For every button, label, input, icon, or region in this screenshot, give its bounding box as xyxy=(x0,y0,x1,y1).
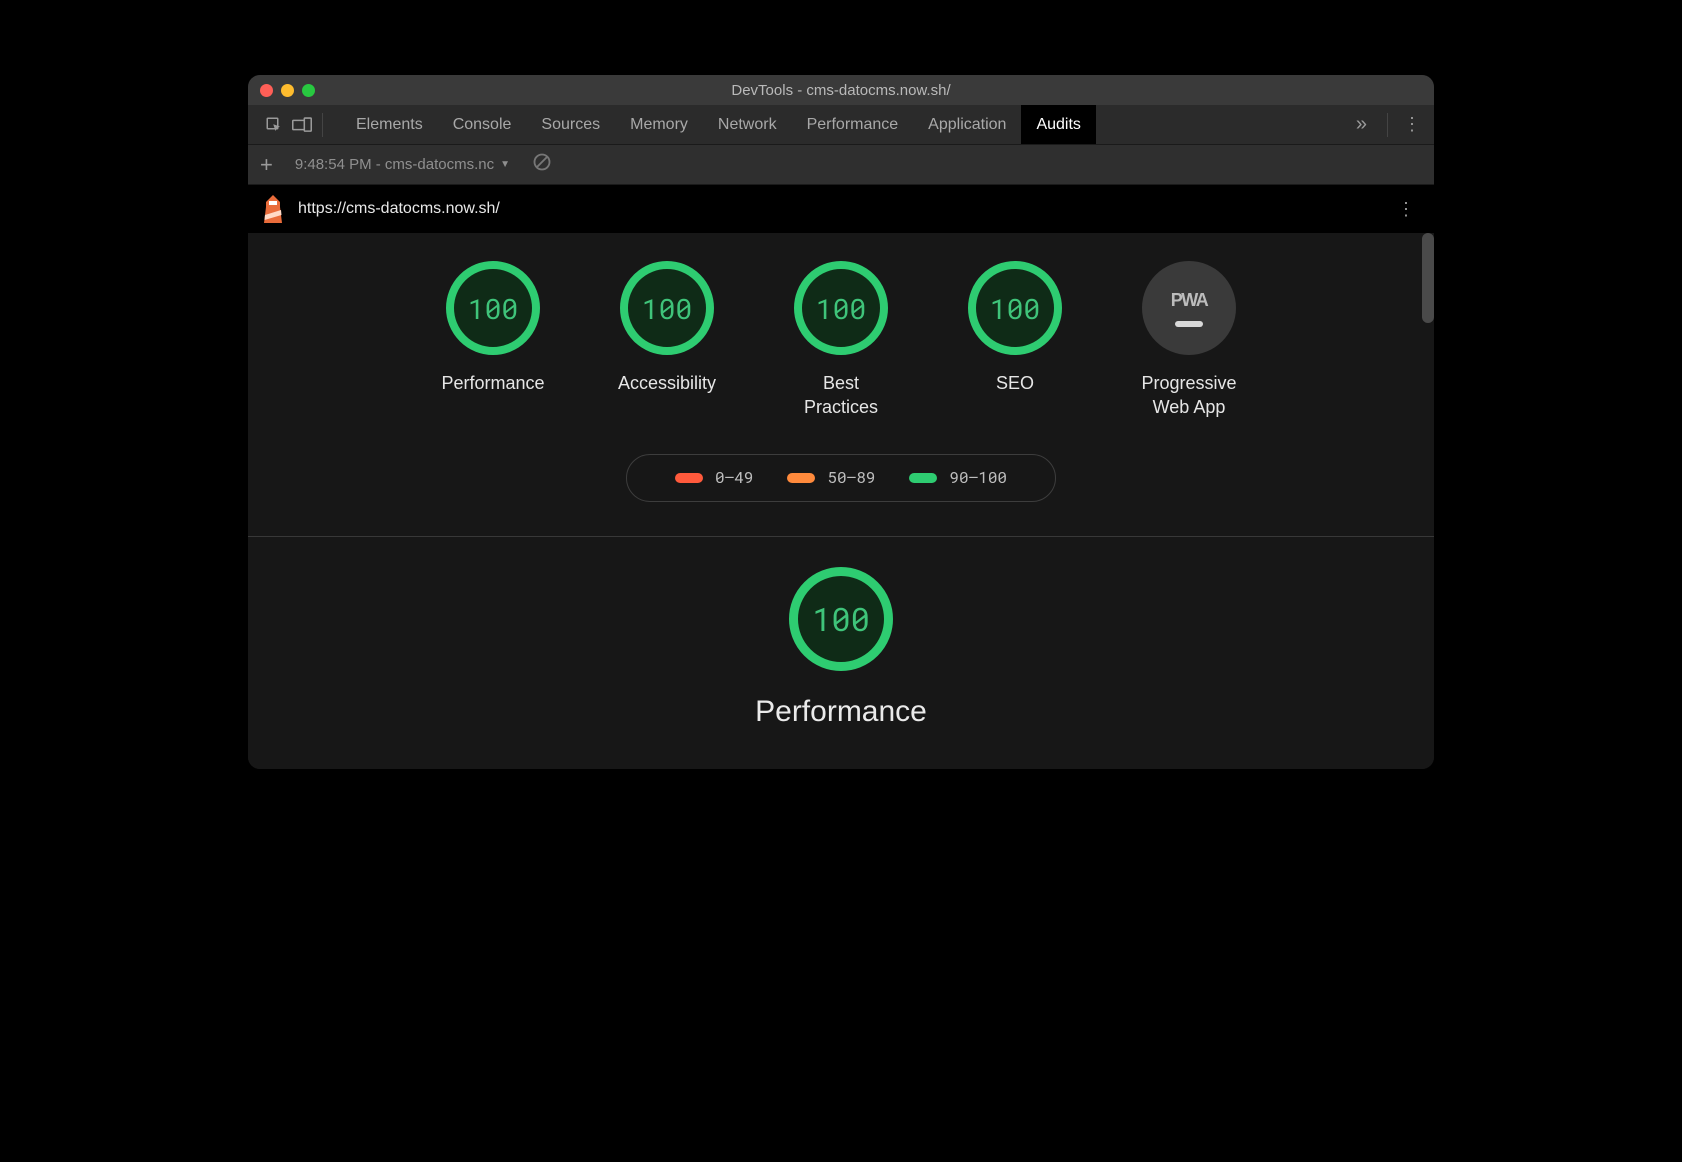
inspect-icon[interactable] xyxy=(260,111,288,139)
legend-pill-icon xyxy=(909,473,937,483)
report-menu-icon[interactable]: ⋮ xyxy=(1392,199,1420,220)
gauge-pwa[interactable]: PWA ProgressiveWeb App xyxy=(1124,261,1254,420)
devtools-window: DevTools - cms-datocms.now.sh/ Elements … xyxy=(248,75,1434,769)
tab-elements[interactable]: Elements xyxy=(341,105,438,144)
category-score: 100 xyxy=(812,597,870,640)
chevron-down-icon: ▼ xyxy=(500,159,510,170)
legend-average: 50–89 xyxy=(787,467,875,488)
audit-run-label: 9:48:54 PM - cms-datocms.nc xyxy=(295,156,494,173)
gauge-label: BestPractices xyxy=(804,371,878,420)
gauge-label: ProgressiveWeb App xyxy=(1141,371,1236,420)
gauge-label: Performance xyxy=(441,371,544,395)
divider xyxy=(322,113,323,137)
category-performance: 100 Performance xyxy=(248,537,1434,769)
window-controls xyxy=(260,84,315,97)
close-button[interactable] xyxy=(260,84,273,97)
report-url-bar: https://cms-datocms.now.sh/ ⋮ xyxy=(248,185,1434,233)
score-gauges: 100 Performance 100 Accessibility 100 Be… xyxy=(248,259,1434,420)
audits-toolbar: + 9:48:54 PM - cms-datocms.nc ▼ xyxy=(248,145,1434,185)
maximize-button[interactable] xyxy=(302,84,315,97)
window-titlebar: DevTools - cms-datocms.now.sh/ xyxy=(248,75,1434,105)
divider xyxy=(1387,113,1388,137)
lighthouse-icon xyxy=(262,195,284,223)
report-url: https://cms-datocms.now.sh/ xyxy=(298,200,500,218)
gauge-performance[interactable]: 100 Performance xyxy=(428,261,558,420)
report-body: 100 Performance 100 Accessibility 100 Be… xyxy=(248,233,1434,769)
scrollbar-thumb[interactable] xyxy=(1422,233,1434,323)
tab-network[interactable]: Network xyxy=(703,105,792,144)
legend-pass: 90–100 xyxy=(909,467,1007,488)
gauge-best-practices[interactable]: 100 BestPractices xyxy=(776,261,906,420)
gauge-seo[interactable]: 100 SEO xyxy=(950,261,1080,420)
audit-run-selector[interactable]: 9:48:54 PM - cms-datocms.nc ▼ xyxy=(295,156,510,173)
tab-console[interactable]: Console xyxy=(438,105,527,144)
device-toggle-icon[interactable] xyxy=(288,111,316,139)
overflow-tabs-icon[interactable]: » xyxy=(1346,113,1377,136)
minimize-button[interactable] xyxy=(281,84,294,97)
devtools-tabs-bar: Elements Console Sources Memory Network … xyxy=(248,105,1434,145)
tab-performance[interactable]: Performance xyxy=(792,105,914,144)
clear-icon[interactable] xyxy=(532,152,552,177)
legend-range: 0–49 xyxy=(715,467,753,488)
panel-tabs: Elements Console Sources Memory Network … xyxy=(341,105,1096,144)
tab-memory[interactable]: Memory xyxy=(615,105,703,144)
window-title: DevTools - cms-datocms.now.sh/ xyxy=(248,82,1434,99)
gauge-label: Accessibility xyxy=(618,371,716,395)
legend-range: 90–100 xyxy=(949,467,1007,488)
legend-pill-icon xyxy=(787,473,815,483)
gauge-score: 100 xyxy=(816,290,866,327)
category-title: Performance xyxy=(755,695,927,729)
tab-audits[interactable]: Audits xyxy=(1021,105,1095,144)
gauge-score: 100 xyxy=(642,290,692,327)
legend-fail: 0–49 xyxy=(675,467,753,488)
gauge-label: SEO xyxy=(996,371,1034,395)
new-audit-icon[interactable]: + xyxy=(260,152,273,178)
gauge-score: 100 xyxy=(990,290,1040,327)
pwa-status-bar xyxy=(1175,321,1203,327)
legend-pill-icon xyxy=(675,473,703,483)
tab-sources[interactable]: Sources xyxy=(526,105,615,144)
gauge-score: 100 xyxy=(468,290,518,327)
settings-menu-icon[interactable]: ⋮ xyxy=(1398,114,1426,135)
tab-application[interactable]: Application xyxy=(913,105,1021,144)
score-legend: 0–49 50–89 90–100 xyxy=(626,454,1056,502)
pwa-icon: PWA xyxy=(1171,290,1208,311)
gauge-accessibility[interactable]: 100 Accessibility xyxy=(602,261,732,420)
legend-range: 50–89 xyxy=(827,467,875,488)
